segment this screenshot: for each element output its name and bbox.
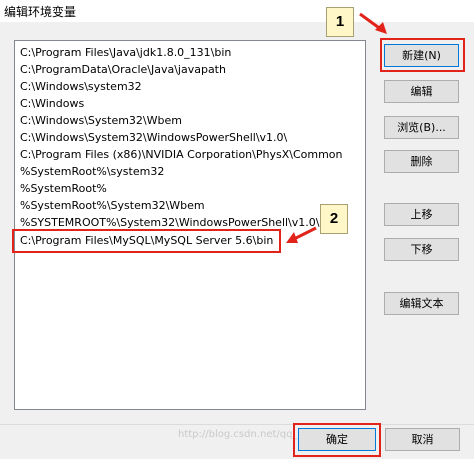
browse-button[interactable]: 浏览(B)...	[384, 116, 459, 139]
move-down-button[interactable]: 下移	[384, 238, 459, 261]
cancel-button[interactable]: 取消	[385, 428, 460, 451]
delete-button[interactable]: 删除	[384, 150, 459, 173]
arrow-icon	[286, 226, 317, 243]
move-up-button[interactable]: 上移	[384, 203, 459, 226]
title-bar: 编辑环境变量	[0, 0, 474, 22]
list-item[interactable]: %SystemRoot%\system32	[18, 163, 164, 180]
list-item-selected[interactable]: C:\Program Files\MySQL\MySQL Server 5.6\…	[18, 232, 273, 249]
edit-button[interactable]: 编辑	[384, 80, 459, 103]
divider	[0, 424, 474, 425]
step-marker-1: 1	[326, 7, 354, 37]
ok-button[interactable]: 确定	[298, 428, 376, 451]
edit-text-button[interactable]: 编辑文本	[384, 292, 459, 315]
list-item[interactable]: C:\ProgramData\Oracle\Java\javapath	[18, 61, 226, 78]
list-item[interactable]: C:\Program Files (x86)\NVIDIA Corporatio…	[18, 146, 342, 163]
list-item[interactable]: %SystemRoot%\System32\Wbem	[18, 197, 205, 214]
new-button[interactable]: 新建(N)	[384, 44, 459, 67]
list-item[interactable]: C:\Windows\System32\Wbem	[18, 112, 182, 129]
list-item[interactable]: %SystemRoot%	[18, 180, 107, 197]
window-title: 编辑环境变量	[4, 5, 77, 19]
step-marker-2: 2	[320, 204, 348, 234]
list-item[interactable]: C:\Windows	[18, 95, 84, 112]
list-item[interactable]: %SYSTEMROOT%\System32\WindowsPowerShell\…	[18, 214, 319, 231]
list-item[interactable]: C:\Program Files\Java\jdk1.8.0_131\bin	[18, 44, 231, 61]
list-item[interactable]: C:\Windows\system32	[18, 78, 142, 95]
list-item[interactable]: C:\Windows\System32\WindowsPowerShell\v1…	[18, 129, 287, 146]
arrow-icon	[359, 12, 387, 34]
